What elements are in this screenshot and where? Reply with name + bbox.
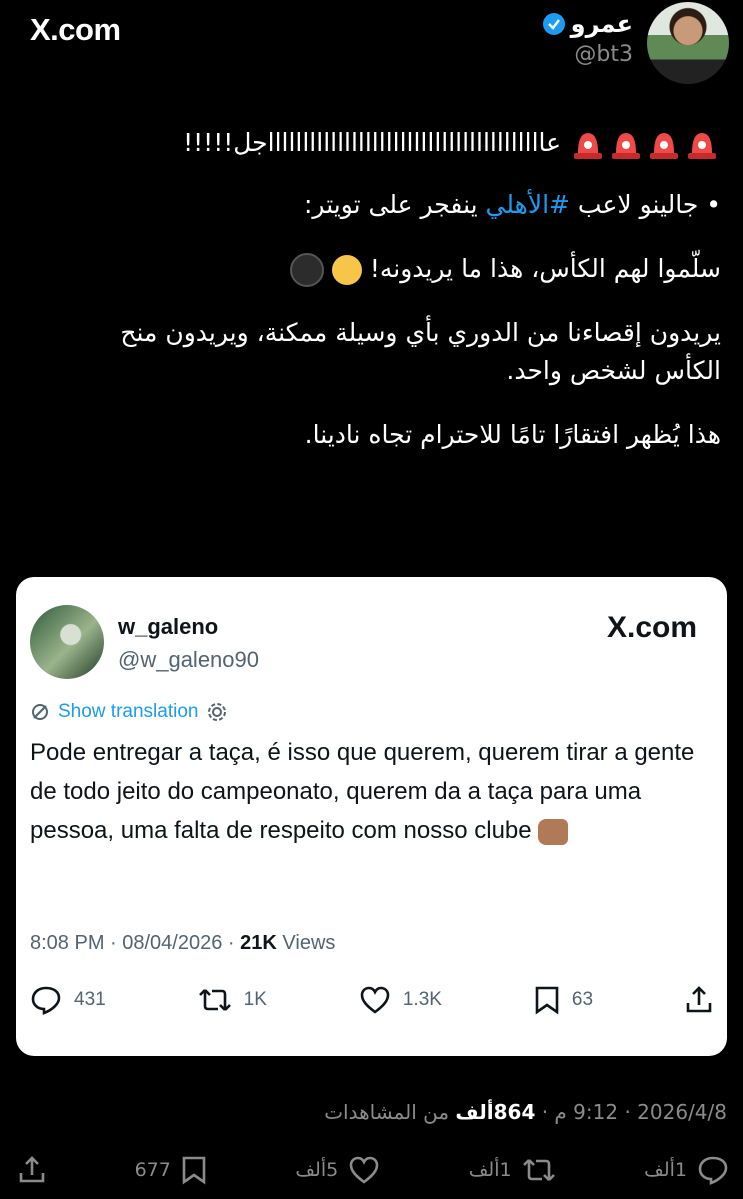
tweet-meta: 2026/4/8 · 9:12 م · 864ألف من المشاهدات [324,1100,727,1124]
reply-icon [698,1156,728,1185]
repost-icon [522,1159,555,1181]
quoted-author-handle: @w_galeno90 [118,647,259,672]
heart-icon [349,1156,379,1184]
tweet-views-count: 864ألف [455,1100,536,1124]
author-name: عمرو [570,10,633,38]
siren-icon [609,127,643,161]
bookmark-icon [182,1156,206,1185]
quoted-views-label: Views [276,932,336,954]
quoted-reply-count: 431 [74,989,106,1010]
tweet-line-3-text: سلّموا لهم الكأس، هذا ما يريدونه! [369,254,721,283]
bookmark-button[interactable]: 677 [135,1155,207,1185]
tweet-line-2-suffix: ينفجر على تويتر: [303,190,486,219]
share-icon [19,1156,45,1183]
siren-icon [685,127,719,161]
tweet-line-4: يريدون إقصاءنا من الدوري بأي وسيلة ممكنة… [120,318,721,385]
tweet-line-2: • جالينو لاعب #الأهلي ينفجر على تويتر: [50,186,721,224]
heart-icon [360,986,390,1014]
translate-icon [32,704,48,720]
hashtag-link[interactable]: #الأهلي [486,190,570,219]
like-count: 5ألف [295,1159,339,1181]
quoted-timestamp[interactable]: 8:08 PM · 08/04/2026 · [30,932,240,954]
author-handle: @bt3 [574,42,633,67]
tweet-line-1: عااااااااااااااااااااااااااااااااااااااا… [50,124,721,162]
quoted-actions: 431 1K 1.3K 63 [30,985,713,1015]
brand-logo: X.com [30,12,121,47]
quoted-bookmark-count: 63 [571,989,594,1010]
quoted-like-button[interactable]: 1.3K [359,985,442,1015]
siren-icon [647,127,681,161]
verified-badge-icon [542,13,565,35]
quoted-tweet-card[interactable]: w_galeno @w_galeno90 X.com Show translat… [16,577,727,1056]
quoted-repost-count: 1K [243,989,267,1010]
bookmark-icon [535,986,559,1015]
share-button[interactable] [18,1155,46,1185]
show-translation-button[interactable]: Show translation [30,701,228,723]
quoted-author-name[interactable]: w_galeno [118,614,218,640]
like-button[interactable]: 5ألف [295,1155,380,1185]
screaming-face-icon [331,255,362,285]
tweet-line-3: سلّموا لهم الكأس، هذا ما يريدونه! [50,250,721,288]
tweet-line-5: هذا يُظهر افتقارًا تامًا للاحترام تجاه ن… [304,420,721,449]
siren-icon [571,127,605,161]
tweet-timestamp[interactable]: 2026/4/8 · 9:12 م · [535,1100,727,1124]
quoted-share-button[interactable] [685,985,713,1015]
quoted-reply-button[interactable]: 431 [30,985,106,1015]
tweet-actions: 1ألف 1ألف 5ألف 677 [18,1155,729,1185]
quoted-text-content: Pode entregar a taça, é isso que querem,… [30,739,695,844]
quoted-views-count: 21K [240,932,277,954]
reply-icon [31,986,61,1015]
tweet-body: عااااااااااااااااااااااااااااااااااااااا… [50,124,721,454]
repost-icon [198,989,231,1011]
bomb-icon [289,253,324,287]
quoted-bookmark-button[interactable]: 63 [534,985,593,1015]
tweet-line-1-text: عااااااااااااااااااااااااااااااااااااااا… [183,128,562,157]
author-block[interactable]: عمرو @bt3 [542,10,633,67]
quoted-brand-logo: X.com [606,611,697,644]
author-avatar[interactable] [647,2,729,84]
quoted-meta: 8:08 PM · 08/04/2026 · 21K Views [30,932,335,955]
share-icon [686,986,712,1013]
repost-count: 1ألف [468,1159,512,1181]
quoted-avatar[interactable] [30,605,104,679]
tweet-line-2-prefix: • جالينو لاعب [569,190,721,219]
repost-button[interactable]: 1ألف [469,1156,556,1184]
reply-button[interactable]: 1ألف [644,1155,729,1185]
thumbs-up-icon [538,818,569,845]
quoted-like-count: 1.3K [402,989,442,1010]
bookmark-count: 677 [134,1159,171,1181]
tweet-views-label: من المشاهدات [324,1100,456,1124]
show-translation-label: Show translation [58,701,199,722]
quoted-text: Pode entregar a taça, é isso que querem,… [30,733,707,850]
gear-icon[interactable] [206,701,228,723]
author-name-row: عمرو [542,10,633,38]
quoted-repost-button[interactable]: 1K [198,986,267,1014]
reply-count: 1ألف [644,1159,687,1181]
